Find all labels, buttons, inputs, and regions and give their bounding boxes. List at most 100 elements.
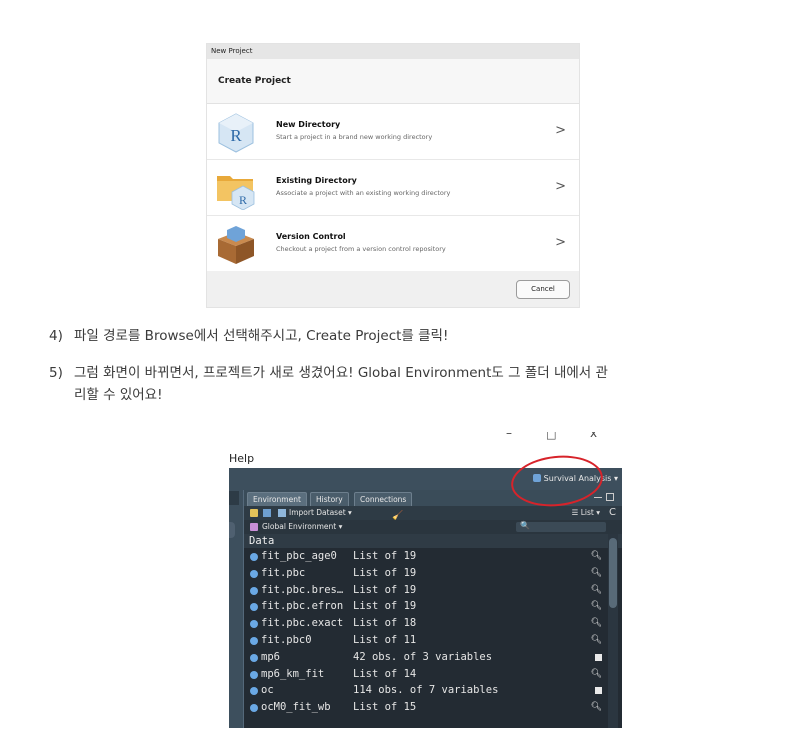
object-name: oc (261, 684, 274, 697)
environment-scope-bar: Global Environment ▾ 🔍 (244, 520, 622, 534)
expand-object-icon[interactable] (250, 636, 258, 645)
object-value: List of 14 (353, 667, 417, 680)
search-icon[interactable]: 🔍︎ (591, 699, 602, 716)
environment-pane: Environment History Connections Import D… (243, 490, 622, 728)
object-row[interactable]: fit.pbc.bres… List of 19 🔍︎ (244, 582, 622, 599)
view-mode-dropdown[interactable]: ☰ List ▾ (572, 506, 600, 520)
object-row[interactable]: fit.pbc List of 19 🔍︎ (244, 565, 622, 582)
object-row[interactable]: ocM0_fit_wb List of 15 🔍︎ (244, 699, 622, 716)
version-control-option[interactable]: Version Control Checkout a project from … (207, 216, 579, 272)
step-5: 5) 그럼 화면이 바뀌면서, 프로젝트가 새로 생겼어요! Global Env… (49, 362, 608, 406)
chevron-down-icon: ▾ (613, 474, 618, 483)
environment-scope-dropdown[interactable]: Global Environment ▾ (262, 520, 342, 534)
load-workspace-icon[interactable] (250, 509, 258, 517)
search-icon[interactable]: 🔍︎ (591, 598, 602, 615)
object-value: List of 19 (353, 600, 417, 613)
object-name: fit.pbc.exact (261, 617, 344, 630)
search-icon[interactable]: 🔍︎ (591, 565, 602, 582)
chevron-right-icon: > (555, 123, 566, 138)
object-rows: fit_pbc_age0 List of 19 🔍︎ fit.pbc List of 1… (244, 548, 622, 716)
broom-icon[interactable]: 🧹 (392, 509, 403, 521)
import-dataset-icon[interactable] (278, 509, 286, 517)
minimize-pane-icon[interactable] (594, 497, 602, 498)
expand-object-icon[interactable] (250, 569, 258, 578)
global-environment-icon (250, 523, 258, 531)
object-row[interactable]: fit.pbc.efron List of 19 🔍︎ (244, 598, 622, 615)
search-icon[interactable]: 🔍︎ (591, 666, 602, 683)
object-name: mp6_km_fit (261, 667, 325, 680)
close-button[interactable]: x (590, 432, 597, 440)
object-name: mp6 (261, 650, 280, 663)
object-row[interactable]: oc 114 obs. of 7 variables (244, 682, 622, 699)
refresh-icon[interactable]: C (609, 506, 616, 520)
create-project-heading: Create Project (207, 59, 579, 104)
object-value: 114 obs. of 7 variables (353, 684, 499, 697)
step-text: 그럼 화면이 바뀌면서, 프로젝트가 새로 생겼어요! Global Envir… (74, 365, 608, 381)
object-value: List of 18 (353, 617, 417, 630)
object-value: List of 19 (353, 583, 417, 596)
dialog-footer: Cancel (207, 271, 579, 307)
menu-help[interactable]: Help (229, 452, 254, 465)
search-icon[interactable]: 🔍︎ (591, 582, 602, 599)
view-table-icon[interactable] (595, 687, 602, 695)
option-description: Start a project in a brand new working d… (276, 133, 433, 141)
new-directory-option[interactable]: R New Directory Start a project in a bra… (207, 104, 579, 160)
expand-object-icon[interactable] (250, 704, 258, 713)
expand-object-icon[interactable] (250, 670, 258, 679)
tab-history[interactable]: History (310, 492, 349, 506)
pane-splitter[interactable] (229, 522, 235, 538)
expand-object-icon[interactable] (250, 653, 258, 662)
maximize-button[interactable]: □ (546, 432, 556, 441)
view-table-icon[interactable] (595, 653, 602, 661)
tab-environment[interactable]: Environment (247, 492, 307, 506)
step-number: 4) (49, 328, 63, 344)
step-text-continued: 리할 수 있어요! (74, 387, 163, 403)
object-row[interactable]: mp6_km_fit List of 14 🔍︎ (244, 666, 622, 683)
object-value: List of 19 (353, 566, 417, 579)
expand-object-icon[interactable] (250, 603, 258, 612)
object-row[interactable]: mp6 42 obs. of 3 variables (244, 649, 622, 666)
cancel-button[interactable]: Cancel (516, 280, 570, 299)
import-dataset-button[interactable]: Import Dataset ▾ (289, 506, 352, 520)
object-value: 42 obs. of 3 variables (353, 650, 493, 663)
expand-object-icon[interactable] (250, 586, 258, 595)
search-icon[interactable]: 🔍︎ (591, 548, 602, 565)
step-text: 파일 경로를 Browse에서 선택해주시고, Create Project를 … (74, 328, 449, 344)
object-row[interactable]: fit_pbc_age0 List of 19 🔍︎ (244, 548, 622, 565)
object-name: fit.pbc0 (261, 633, 312, 646)
step-4: 4) 파일 경로를 Browse에서 선택해주시고, Create Project… (49, 325, 448, 347)
expand-object-icon[interactable] (250, 687, 258, 696)
object-name: fit.pbc (261, 566, 306, 579)
search-icon[interactable]: 🔍︎ (591, 632, 602, 649)
option-title: Version Control (276, 232, 346, 241)
svg-text:R: R (239, 193, 247, 207)
search-icon: 🔍 (520, 521, 530, 530)
data-section-header: Data (244, 534, 622, 548)
object-value: List of 15 (353, 701, 417, 714)
minimize-button[interactable]: – (506, 432, 512, 440)
existing-directory-option[interactable]: R Existing Directory Associate a project… (207, 160, 579, 216)
object-row[interactable]: fit.pbc0 List of 11 🔍︎ (244, 632, 622, 649)
expand-object-icon[interactable] (250, 620, 258, 629)
package-box-icon (218, 226, 254, 264)
object-row[interactable]: fit.pbc.exact List of 18 🔍︎ (244, 615, 622, 632)
r-hexagon-icon: R (218, 113, 254, 153)
tab-connections[interactable]: Connections (354, 492, 413, 506)
chevron-right-icon: > (555, 235, 566, 250)
object-value: List of 11 (353, 633, 417, 646)
option-description: Checkout a project from a version contro… (276, 245, 446, 253)
window-controls: – □ x (494, 432, 622, 446)
new-project-dialog: New Project Create Project R New Directo… (206, 43, 580, 308)
object-name: fit.pbc.bres… (261, 583, 344, 596)
scrollbar-thumb[interactable] (609, 538, 617, 608)
chevron-right-icon: > (555, 179, 566, 194)
environment-toolbar: Import Dataset ▾ 🧹 ☰ List ▾ C (244, 506, 622, 521)
option-description: Associate a project with an existing wor… (276, 189, 451, 197)
search-icon[interactable]: 🔍︎ (591, 615, 602, 632)
environment-search-input[interactable]: 🔍 (516, 521, 606, 532)
maximize-pane-icon[interactable] (606, 493, 614, 501)
object-name: ocM0_fit_wb (261, 701, 331, 714)
save-workspace-icon[interactable] (263, 509, 271, 517)
environment-object-list: Data fit_pbc_age0 List of 19 🔍︎ fit.pbc List… (244, 534, 622, 716)
expand-object-icon[interactable] (250, 553, 258, 561)
